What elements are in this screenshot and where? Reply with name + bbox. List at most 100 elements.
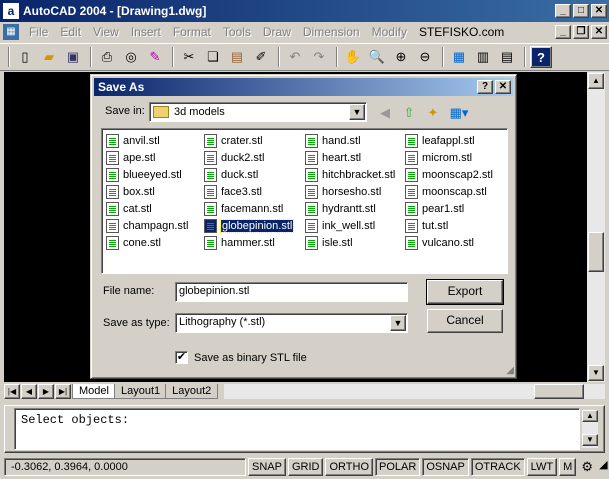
up-folder-icon[interactable]: ⇧ [398,102,420,124]
otrack-toggle[interactable]: OTRACK [470,458,525,476]
list-item[interactable]: duck2.stl [204,149,293,166]
minimize-button[interactable]: _ [555,4,571,18]
chevron-down-icon[interactable]: ▼ [390,315,406,331]
publish-icon[interactable]: ✎ [144,46,166,68]
doc-minimize-button[interactable]: _ [555,25,571,39]
menu-view[interactable]: View [87,25,125,39]
grid-toggle[interactable]: GRID [287,458,324,476]
coordinate-display[interactable]: -0.3062, 0.3964, 0.0000 [4,458,247,476]
help-icon[interactable]: ? [530,46,552,68]
resize-grip-icon[interactable]: ◢ [506,365,514,376]
list-item[interactable]: moonscap2.stl [405,166,493,183]
match-properties-icon[interactable]: ✐ [250,46,272,68]
last-tab-button[interactable]: ▶| [55,384,71,399]
cut-icon[interactable]: ✂ [178,46,200,68]
command-scrollbar[interactable]: ▲ ▼ [582,410,598,448]
new-folder-icon[interactable]: ✦ [422,102,444,124]
cmd-scroll-down[interactable]: ▼ [582,434,598,446]
file-list[interactable]: anvil.stl ape.stl blueeyed.stl box.stl c… [101,128,508,274]
binary-stl-option[interactable]: ✔ Save as binary STL file [175,351,307,364]
zoom-previous-icon[interactable]: ⊖ [414,46,436,68]
horizontal-scrollbar[interactable] [224,384,605,399]
list-item[interactable]: cone.stl [106,234,188,251]
copy-icon[interactable]: ❏ [202,46,224,68]
command-line[interactable]: Select objects: [14,408,580,450]
menu-dimension[interactable]: Dimension [297,25,366,39]
export-button[interactable]: Export [426,279,504,305]
list-item[interactable]: ape.stl [106,149,188,166]
open-icon[interactable]: ▰ [38,46,60,68]
cancel-button[interactable]: Cancel [427,309,503,333]
undo-icon[interactable]: ↶ [284,46,306,68]
list-item[interactable]: box.stl [106,183,188,200]
list-item[interactable]: vulcano.stl [405,234,493,251]
redo-icon[interactable]: ↷ [308,46,330,68]
maximize-button[interactable]: □ [573,4,589,18]
list-item[interactable]: ink_well.stl [305,217,395,234]
toolbar-grip[interactable] [8,47,10,67]
save-as-type-dropdown[interactable]: Lithography (*.stl) ▼ [175,313,408,333]
scroll-thumb[interactable] [588,232,604,272]
menu-stefisko[interactable]: STEFISKO.com [413,25,510,39]
list-item[interactable]: horsesho.stl [305,183,395,200]
paste-icon[interactable]: ▤ [226,46,248,68]
osnap-toggle[interactable]: OSNAP [422,458,469,476]
zoom-realtime-icon[interactable]: 🔍 [366,46,388,68]
cmd-scroll-up[interactable]: ▲ [582,410,598,422]
model-toggle[interactable]: M [559,458,577,476]
doc-close-button[interactable]: ✕ [591,25,607,39]
list-item[interactable]: cat.stl [106,200,188,217]
binary-stl-checkbox[interactable]: ✔ [175,351,188,364]
dialog-close-button[interactable]: ✕ [495,80,511,94]
polar-toggle[interactable]: POLAR [375,458,421,476]
list-item[interactable]: facemann.stl [204,200,293,217]
hscroll-thumb[interactable] [534,384,585,399]
new-icon[interactable]: ▯ [14,46,36,68]
tab-layout2[interactable]: Layout2 [165,384,219,399]
close-button[interactable]: ✕ [591,4,607,18]
list-item[interactable]: leafappl.stl [405,132,493,149]
vertical-scrollbar[interactable]: ▲ ▼ [587,72,605,382]
list-item[interactable]: moonscap.stl [405,183,493,200]
list-item[interactable]: hydrantt.stl [305,200,395,217]
first-tab-button[interactable]: |◀ [4,384,20,399]
list-item[interactable]: hammer.stl [204,234,293,251]
ortho-toggle[interactable]: ORTHO [325,458,374,476]
list-item[interactable]: pear1.stl [405,200,493,217]
menu-insert[interactable]: Insert [125,25,167,39]
dialog-help-button[interactable]: ? [477,80,493,94]
list-item[interactable]: crater.stl [204,132,293,149]
zoom-window-icon[interactable]: ⊕ [390,46,412,68]
file-name-input[interactable]: globepinion.stl [175,282,408,302]
print-icon[interactable]: ⎙ [96,46,118,68]
list-item[interactable]: hand.stl [305,132,395,149]
menu-draw[interactable]: Draw [257,25,297,39]
snap-toggle[interactable]: SNAP [248,458,286,476]
prev-tab-button[interactable]: ◀ [21,384,37,399]
menu-tools[interactable]: Tools [217,25,257,39]
list-item[interactable]: duck.stl [204,166,293,183]
back-icon[interactable]: ◀ [374,102,396,124]
lwt-toggle[interactable]: LWT [526,458,558,476]
chevron-down-icon[interactable]: ▼ [349,104,365,120]
save-in-dropdown[interactable]: 3d models ▼ [149,102,367,122]
tool-palettes-icon[interactable]: ▤ [496,46,518,68]
resize-grip-icon[interactable]: ◢ [599,458,609,476]
menu-edit[interactable]: Edit [54,25,87,39]
tray-settings-icon[interactable]: ⚙ [578,456,596,478]
list-item-selected[interactable]: globepinion.stl [204,217,295,234]
list-item[interactable]: champagn.stl [106,217,188,234]
plot-preview-icon[interactable]: ◎ [120,46,142,68]
doc-icon[interactable]: ▦ [3,24,19,40]
list-item[interactable]: face3.stl [204,183,293,200]
pan-icon[interactable]: ✋ [342,46,364,68]
menu-file[interactable]: File [23,25,54,39]
save-icon[interactable]: ▣ [62,46,84,68]
next-tab-button[interactable]: ▶ [38,384,54,399]
tab-model[interactable]: Model [72,384,116,399]
list-item[interactable]: anvil.stl [106,132,188,149]
list-item[interactable]: tut.stl [405,217,493,234]
views-menu-icon[interactable]: ▦▾ [446,102,472,124]
scroll-up-button[interactable]: ▲ [588,73,604,89]
list-item[interactable]: isle.stl [305,234,395,251]
